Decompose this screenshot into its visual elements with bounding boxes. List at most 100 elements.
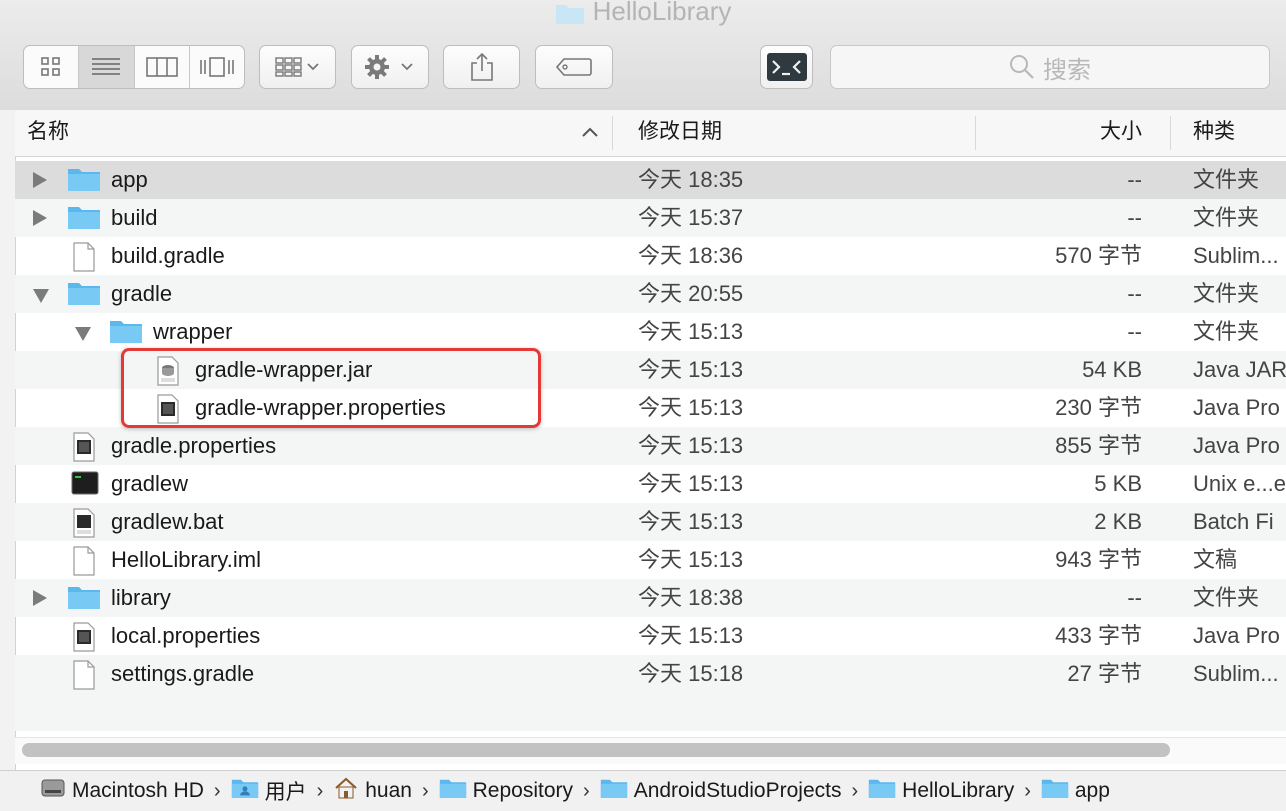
modified-date: 今天 15:13 bbox=[638, 433, 744, 458]
tag-icon bbox=[556, 58, 592, 76]
table-row[interactable]: local.properties 今天 15:13 433 字节 Java Pro bbox=[15, 617, 1286, 655]
file-list: app 今天 18:35 -- 文件夹 build 今天 15:37 -- 文件夹 build.… bbox=[15, 161, 1286, 731]
path-item-label: Macintosh HD bbox=[72, 779, 204, 802]
gear-icon bbox=[365, 55, 413, 79]
chevron-right-icon: › bbox=[583, 779, 590, 802]
modified-date: 今天 15:13 bbox=[638, 547, 744, 572]
file-kind: 文件夹 bbox=[1193, 167, 1260, 192]
file-name: settings.gradle bbox=[111, 661, 255, 686]
modified-date: 今天 18:38 bbox=[638, 585, 744, 610]
tags-button[interactable] bbox=[535, 45, 613, 89]
action-button[interactable] bbox=[351, 45, 429, 89]
folder-icon bbox=[67, 280, 101, 312]
table-row[interactable]: gradle.properties 今天 15:13 855 字节 Java Pro bbox=[15, 427, 1286, 465]
coverflow-view-button[interactable] bbox=[190, 46, 244, 88]
column-kind-header[interactable]: 种类 bbox=[1193, 110, 1235, 156]
icon-view-button[interactable] bbox=[24, 46, 80, 88]
file-name: build bbox=[111, 205, 158, 230]
column-date-header[interactable]: 修改日期 bbox=[638, 110, 722, 156]
modified-date: 今天 15:18 bbox=[638, 661, 744, 686]
modified-date: 今天 15:13 bbox=[638, 319, 744, 344]
modified-date: 今天 15:37 bbox=[638, 205, 744, 230]
file-kind: Batch Fi bbox=[1193, 509, 1274, 534]
view-mode-selector bbox=[23, 45, 245, 89]
toolbar: HelloLibrary 搜索 bbox=[0, 0, 1286, 111]
file-kind: Unix e...e bbox=[1193, 471, 1286, 496]
disclosure-expanded-icon[interactable] bbox=[75, 327, 91, 341]
file-kind: Sublim... bbox=[1193, 661, 1279, 686]
file-kind: Java JAR bbox=[1193, 357, 1286, 382]
chevron-right-icon: › bbox=[1024, 779, 1031, 802]
highlight-box bbox=[121, 348, 541, 428]
file-size: 54 KB bbox=[1082, 357, 1142, 382]
column-size-header[interactable]: 大小 bbox=[1100, 110, 1142, 156]
file-name: gradlew.bat bbox=[111, 509, 224, 534]
path-item-label: Repository bbox=[472, 779, 574, 802]
path-item-label: 用户 bbox=[264, 781, 307, 804]
path-item[interactable]: huan bbox=[333, 776, 412, 806]
modified-date: 今天 18:36 bbox=[638, 243, 744, 268]
table-row[interactable]: app 今天 18:35 -- 文件夹 bbox=[15, 161, 1286, 199]
list-view-button[interactable] bbox=[79, 46, 135, 88]
disclosure-collapsed-icon[interactable] bbox=[33, 210, 47, 226]
chevron-right-icon: › bbox=[213, 779, 221, 802]
java-file-icon bbox=[71, 432, 97, 468]
file-name: gradlew bbox=[111, 471, 189, 496]
file-size: 433 字节 bbox=[1055, 623, 1142, 648]
sidebar-edge bbox=[0, 110, 16, 770]
table-row[interactable]: library 今天 18:38 -- 文件夹 bbox=[15, 579, 1286, 617]
disclosure-collapsed-icon[interactable] bbox=[33, 172, 47, 188]
share-icon bbox=[470, 52, 493, 81]
disclosure-collapsed-icon[interactable] bbox=[33, 590, 47, 606]
file-name: local.properties bbox=[111, 623, 261, 648]
path-item[interactable]: Macintosh HD bbox=[40, 776, 204, 806]
folder-icon bbox=[600, 777, 628, 805]
table-row[interactable]: gradlew 今天 15:13 5 KB Unix e...e bbox=[15, 465, 1286, 503]
list-icon bbox=[92, 58, 121, 75]
file-kind: Sublim... bbox=[1193, 243, 1279, 268]
folder-icon bbox=[555, 5, 584, 25]
path-item[interactable]: app bbox=[1041, 777, 1110, 805]
column-divider[interactable] bbox=[612, 116, 613, 150]
table-row[interactable]: gradle 今天 20:55 -- 文件夹 bbox=[15, 275, 1286, 313]
modified-date: 今天 15:13 bbox=[638, 395, 744, 420]
folder-icon bbox=[67, 584, 101, 616]
table-row[interactable]: build 今天 15:37 -- 文件夹 bbox=[15, 199, 1286, 237]
modified-date: 今天 15:13 bbox=[638, 623, 744, 648]
table-row[interactable]: HelloLibrary.iml 今天 15:13 943 字节 文稿 bbox=[15, 541, 1286, 579]
file-kind: Java Pro bbox=[1193, 433, 1280, 458]
chevron-right-icon: › bbox=[421, 779, 429, 802]
modified-date: 今天 15:13 bbox=[638, 357, 744, 382]
modified-date: 今天 18:35 bbox=[638, 167, 744, 192]
path-item[interactable]: Repository bbox=[439, 777, 573, 805]
search-field[interactable]: 搜索 bbox=[830, 45, 1270, 89]
horizontal-scrollbar[interactable] bbox=[22, 743, 1170, 757]
column-divider[interactable] bbox=[1170, 116, 1171, 150]
path-item[interactable]: AndroidStudioProjects bbox=[600, 777, 842, 805]
arrange-button[interactable] bbox=[259, 45, 336, 89]
folder-icon bbox=[439, 777, 467, 805]
table-row[interactable]: gradlew.bat 今天 15:13 2 KB Batch Fi bbox=[15, 503, 1286, 541]
share-button[interactable] bbox=[443, 45, 520, 89]
terminal-prompt-icon bbox=[766, 53, 807, 81]
file-name: library bbox=[111, 585, 171, 610]
hard-drive-icon bbox=[40, 776, 66, 806]
table-row[interactable]: build.gradle 今天 18:36 570 字节 Sublim... bbox=[15, 237, 1286, 275]
column-view-button[interactable] bbox=[135, 46, 190, 88]
column-name-header[interactable]: 名称 bbox=[27, 110, 69, 156]
document-icon bbox=[71, 242, 97, 278]
document-icon bbox=[71, 660, 97, 696]
sort-ascending-icon[interactable] bbox=[581, 126, 599, 138]
folder-icon bbox=[109, 318, 143, 350]
path-item[interactable]: HelloLibrary bbox=[868, 777, 1014, 805]
columns-icon bbox=[145, 57, 178, 77]
path-item-label: AndroidStudioProjects bbox=[633, 779, 842, 802]
table-row[interactable]: wrapper 今天 15:13 -- 文件夹 bbox=[15, 313, 1286, 351]
file-size: 943 字节 bbox=[1055, 547, 1142, 572]
path-item[interactable]: 用户 bbox=[231, 776, 307, 806]
table-row[interactable]: settings.gradle 今天 15:18 27 字节 Sublim... bbox=[15, 655, 1286, 693]
column-divider[interactable] bbox=[975, 116, 976, 150]
terminal-icon bbox=[71, 470, 99, 502]
terminal-button[interactable] bbox=[760, 45, 813, 89]
disclosure-expanded-icon[interactable] bbox=[33, 289, 49, 303]
